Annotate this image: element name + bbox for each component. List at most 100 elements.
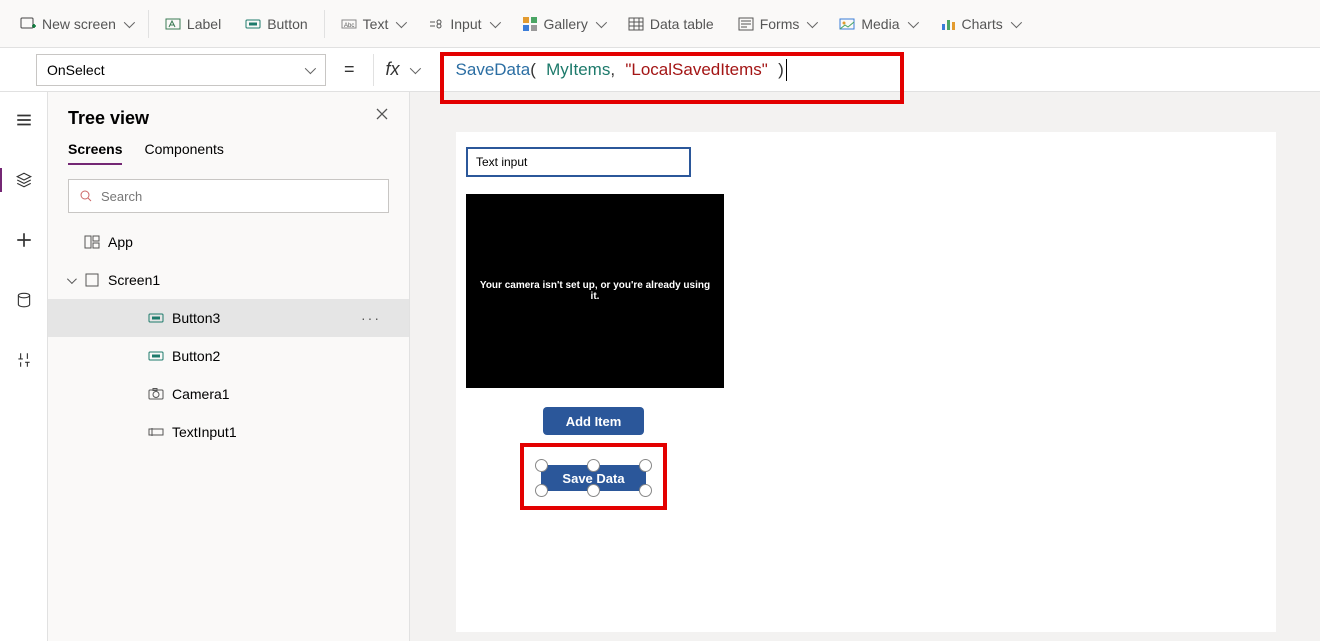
chevron-down-icon [409,62,420,73]
formula-paren-open: ( [530,60,536,80]
canvas-area: Text input Your camera isn't set up, or … [410,92,1320,641]
resize-handle-tr[interactable] [639,459,652,472]
gallery-menu-label: Gallery [544,16,588,32]
tree-node-app[interactable]: App [48,223,409,261]
resize-handle-bc[interactable] [587,484,600,497]
charts-menu[interactable]: Charts [928,0,1031,47]
rail-insert[interactable] [0,224,48,256]
ribbon: New screen Label Button Abc Text Input G… [0,0,1320,48]
tree-node-screen1[interactable]: Screen1 [48,261,409,299]
equals-sign: = [326,59,373,80]
chevron-down-icon [124,16,135,27]
label-control-text: Label [187,16,221,32]
charts-icon [940,16,956,32]
screen-icon [84,272,100,288]
formula-input[interactable]: SaveData( MyItems, "LocalSavedItems" ) [442,50,1316,90]
media-icon [839,16,855,32]
label-control[interactable]: Label [153,0,233,47]
media-menu-label: Media [861,16,899,32]
forms-menu[interactable]: Forms [726,0,828,47]
resize-handle-tl[interactable] [535,459,548,472]
left-rail [0,92,48,641]
input-menu[interactable]: Input [416,0,509,47]
tab-screens[interactable]: Screens [68,141,122,165]
formula-bar: OnSelect = fx SaveData( MyItems, "LocalS… [0,48,1320,92]
main-area: Tree view Screens Components Search App … [0,92,1320,641]
tree-node-camera1[interactable]: Camera1 [48,375,409,413]
tree-view-panel: Tree view Screens Components Search App … [48,92,410,641]
property-selector[interactable]: OnSelect [36,54,326,86]
new-screen-icon [20,16,36,32]
app-canvas[interactable]: Text input Your camera isn't set up, or … [456,132,1276,632]
rail-hamburger[interactable] [0,104,48,136]
formula-comma: , [610,60,615,80]
rail-tree-view[interactable] [0,164,48,196]
forms-menu-label: Forms [760,16,800,32]
label-icon [165,16,181,32]
save-button-annotation-box: Save Data [520,443,667,510]
more-menu[interactable]: ··· [361,310,381,326]
database-icon [15,291,33,309]
gallery-icon [522,16,538,32]
camera-icon [148,386,164,402]
chevron-down-icon [396,16,407,27]
tree-node-label: TextInput1 [172,424,237,440]
ribbon-separator [148,10,149,38]
new-screen-label: New screen [42,16,116,32]
resize-handle-bl[interactable] [535,484,548,497]
rail-tools[interactable] [0,344,48,376]
input-menu-label: Input [450,16,481,32]
input-icon [428,16,444,32]
button-icon [245,16,261,32]
textinput-placeholder: Text input [476,155,527,169]
text-menu[interactable]: Abc Text [329,0,417,47]
close-icon [375,107,389,121]
tree-search[interactable]: Search [68,179,389,213]
layers-icon [15,171,33,189]
property-name: OnSelect [47,62,105,78]
textinput-icon [148,424,164,440]
camera-control[interactable]: Your camera isn't set up, or you're alre… [466,194,724,388]
expander[interactable] [64,277,76,284]
gallery-menu[interactable]: Gallery [510,0,616,47]
tab-components[interactable]: Components [144,141,223,165]
chevron-down-icon [596,16,607,27]
formula-string: "LocalSavedItems" [625,60,767,80]
charts-menu-label: Charts [962,16,1003,32]
text-caret [786,59,787,81]
tree-node-label: App [108,234,133,250]
chevron-down-icon [489,16,500,27]
new-screen-menu[interactable]: New screen [8,0,144,47]
resize-handle-tc[interactable] [587,459,600,472]
formula-fn: SaveData [456,60,531,80]
chevron-down-icon [66,274,76,284]
search-placeholder: Search [101,189,142,204]
tree-node-textinput1[interactable]: TextInput1 [48,413,409,451]
fx-button[interactable]: fx [373,54,430,86]
button-icon [148,310,164,326]
hamburger-icon [15,111,33,129]
button-control[interactable]: Button [233,0,319,47]
tree-node-button3[interactable]: Button3 ··· [48,299,409,337]
data-table-control[interactable]: Data table [616,0,726,47]
chevron-down-icon [305,62,316,73]
close-panel-button[interactable] [375,107,389,126]
media-menu[interactable]: Media [827,0,927,47]
add-item-label: Add Item [566,414,622,429]
text-icon: Abc [341,16,357,32]
add-item-button[interactable]: Add Item [543,407,644,435]
app-icon [84,234,100,250]
resize-handle-br[interactable] [639,484,652,497]
chevron-down-icon [807,16,818,27]
tools-icon [15,351,33,369]
formula-arg1: MyItems [546,60,610,80]
formula-paren-close: ) [778,60,784,80]
forms-icon [738,16,754,32]
textinput-control[interactable]: Text input [466,147,691,177]
tree-node-label: Camera1 [172,386,230,402]
ribbon-separator [324,10,325,38]
data-table-text: Data table [650,16,714,32]
rail-data[interactable] [0,284,48,316]
tree-node-label: Button3 [172,310,220,326]
tree-node-button2[interactable]: Button2 [48,337,409,375]
